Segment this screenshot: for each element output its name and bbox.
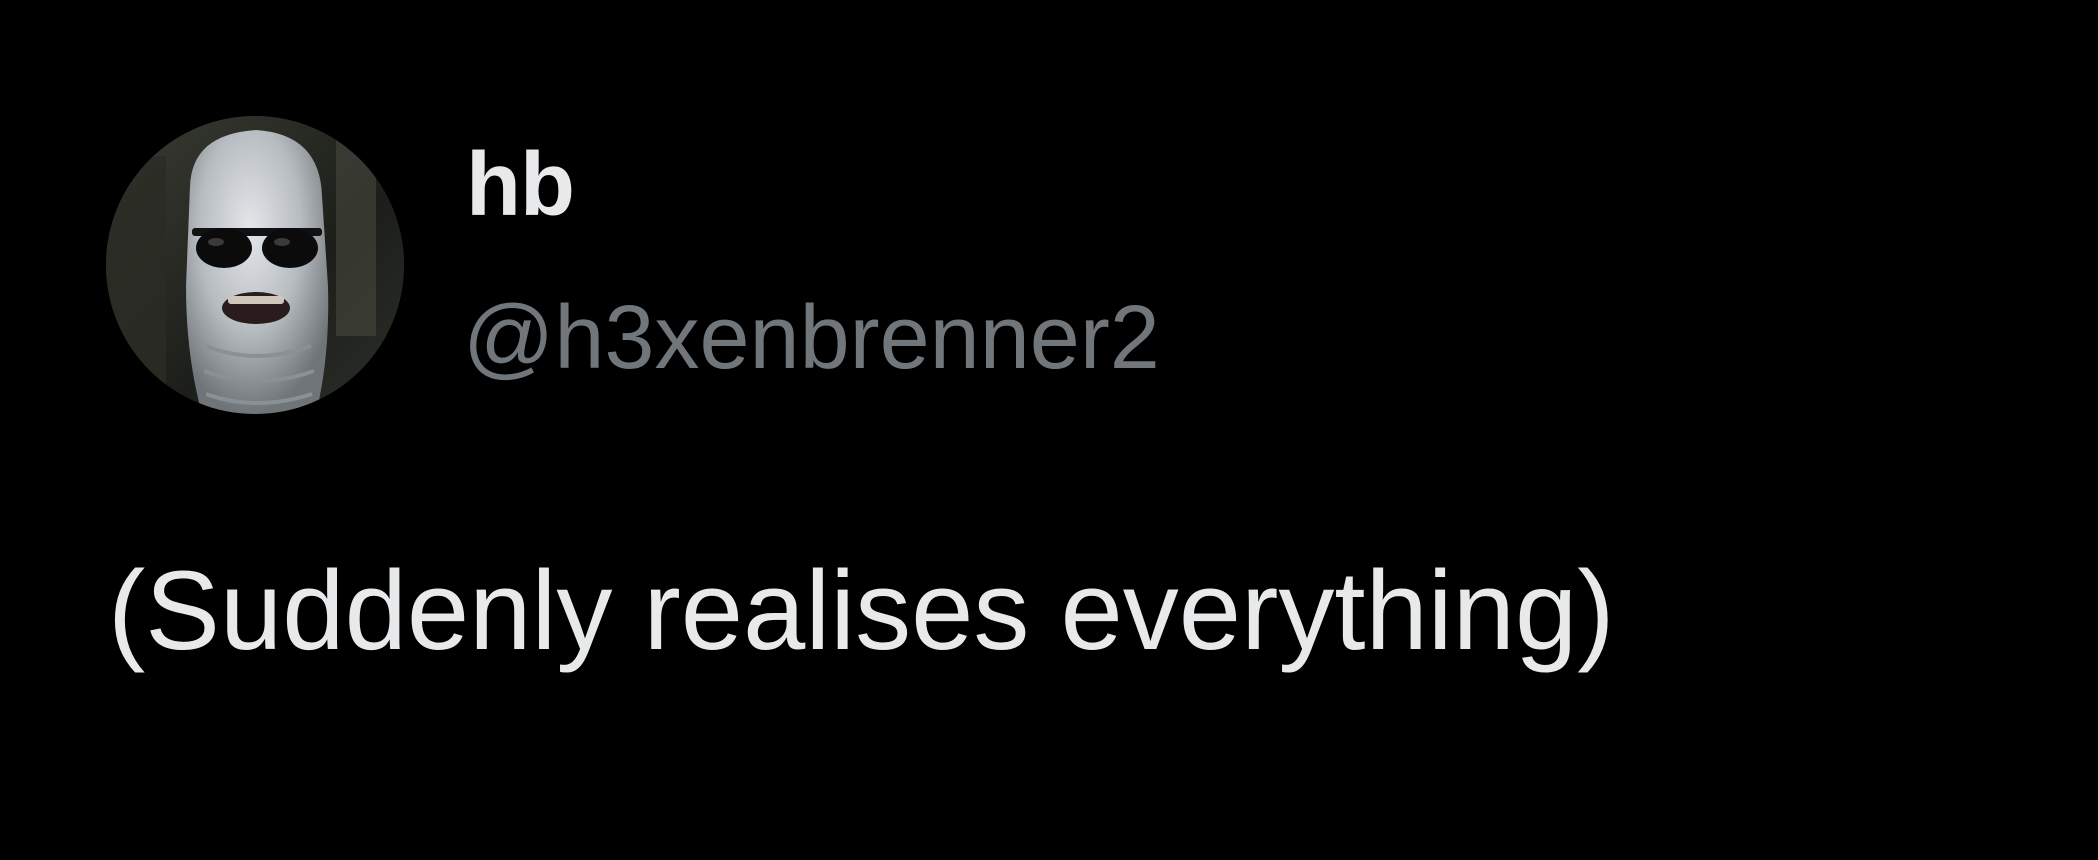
avatar[interactable] [106,116,404,414]
display-name[interactable]: hb [466,140,575,230]
tweet-card: hb @h3xenbrenner2 (Suddenly realises eve… [0,0,2098,860]
profile-avatar-icon [106,116,404,414]
tweet-text: (Suddenly realises everything) [108,548,1615,673]
user-handle[interactable]: @h3xenbrenner2 [463,293,1160,383]
